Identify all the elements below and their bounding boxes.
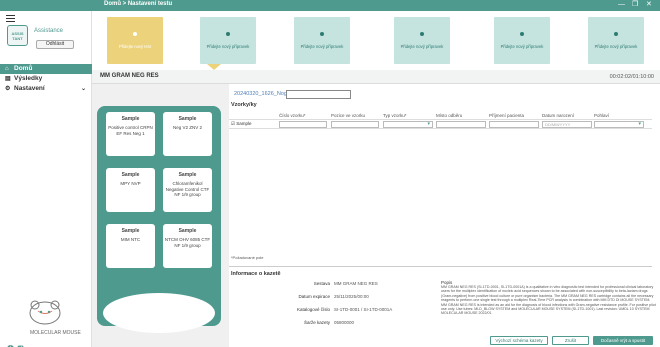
- well-2[interactable]: Sample Neg V2 ZNV 2: [163, 112, 212, 156]
- info-value: SI-1TD-0001 / SI-1TD-0001A: [334, 307, 393, 312]
- col-sex: Pohlaví: [594, 113, 610, 118]
- col-birth-date: Datum narození: [542, 113, 575, 118]
- close-icon[interactable]: ✕: [646, 1, 652, 9]
- col-sample-position: Pozice ve vzorku: [331, 113, 366, 118]
- col-sample-number: Číslo vzorku*: [279, 113, 306, 118]
- info-key: Šarže kazety: [303, 320, 330, 325]
- step-4[interactable]: Přidejte nový přípravek: [394, 17, 450, 64]
- run-timer: 00:02:02/01:10:00: [609, 74, 654, 80]
- step-dot-icon: [614, 32, 618, 36]
- well-6[interactable]: Sample NTCM OHV 6085 CTF NF 1/9 group: [163, 224, 212, 268]
- info-key: Sestava: [313, 281, 330, 286]
- step-1[interactable]: Přidejte nový test: [107, 17, 163, 64]
- assistant-logo: ASSIS TANT: [7, 25, 28, 46]
- info-title: Informace o kazetě: [231, 271, 281, 277]
- cancel-button[interactable]: Zrušit: [552, 336, 589, 345]
- sample-number-input[interactable]: [279, 121, 327, 128]
- sex-select[interactable]: ▾: [594, 121, 644, 128]
- patient-surname-input[interactable]: [489, 121, 539, 128]
- info-value: 05800000: [334, 320, 355, 325]
- required-note: *Požadované pole: [231, 255, 264, 260]
- row-checkbox-label[interactable]: ☑ Sample: [231, 121, 252, 127]
- step-dot-icon: [420, 32, 424, 36]
- results-icon: ▤: [5, 76, 11, 82]
- kit-name: MM GRAM NEG RES: [100, 73, 159, 79]
- save-run-button[interactable]: Dočasně vrýt a spustit: [593, 336, 653, 345]
- sidebar: ASSIS TANT Assistance Odhlásit ⌂ Domů ▤ …: [0, 11, 92, 347]
- col-sample-type: Typ vzorku*: [383, 113, 407, 118]
- step-dot-icon: [320, 32, 324, 36]
- step-5[interactable]: Přidejte nový přípravek: [494, 17, 550, 64]
- sample-type-select[interactable]: ▾: [383, 121, 433, 128]
- sample-position-input[interactable]: [331, 121, 379, 128]
- sidebar-item-home[interactable]: ⌂ Domů: [0, 64, 92, 74]
- well-5[interactable]: Sample MIM NTC: [106, 224, 155, 268]
- stepper: Přidejte nový test Přidejte nový příprav…: [92, 11, 660, 70]
- breadcrumb: Domů > Nastavení testu: [104, 1, 173, 7]
- assistant-label: Assistance: [34, 28, 64, 34]
- home-icon: ⌂: [5, 66, 9, 72]
- step-dot-icon: [226, 32, 230, 36]
- birth-date-input[interactable]: DD/MM/YYYY: [542, 121, 592, 128]
- run-name-input[interactable]: [286, 90, 351, 99]
- well-3[interactable]: Sample MPY NVP: [106, 168, 155, 212]
- step-3[interactable]: Přidejte nový přípravek: [294, 17, 350, 64]
- kit-header: MM GRAM NEG RES 00:02:02/01:10:00: [92, 70, 660, 84]
- gear-icon: ⚙: [5, 86, 11, 92]
- col-patient-surname: Příjmení pacienta: [489, 113, 525, 118]
- menu-icon[interactable]: [6, 15, 15, 22]
- maximize-icon[interactable]: ❐: [632, 1, 638, 9]
- step-2[interactable]: Přidejte nový přípravek: [200, 17, 256, 64]
- dropdown-icon: ▾: [427, 121, 430, 127]
- logo-text: MOLECULAR MOUSE: [30, 330, 81, 336]
- info-key: Datum expirace: [298, 294, 330, 299]
- title-bar: Domů > Nastavení testu — ❐ ✕: [0, 0, 660, 11]
- well-1[interactable]: Sample Positive control CRPN EF Res Neg 1: [106, 112, 155, 156]
- logout-button[interactable]: Odhlásit: [36, 40, 74, 49]
- plate-bottom-window: [103, 293, 215, 333]
- sidebar-item-settings[interactable]: ⚙ Nastavení ⌄: [0, 84, 92, 94]
- step-dot-icon: [133, 32, 137, 36]
- well-4[interactable]: Sample Chloramfenikol Negative Control CT…: [163, 168, 212, 212]
- step-6[interactable]: Přidejte nový přípravek: [588, 17, 644, 64]
- chevron-down-icon[interactable]: ⌄: [81, 84, 86, 94]
- info-value: 25/11/2025/00:00: [334, 294, 369, 299]
- info-key: Katalogové číslo: [296, 307, 330, 312]
- minimize-icon[interactable]: —: [618, 1, 625, 9]
- step-dot-icon: [520, 32, 524, 36]
- info-value: MM GRAM NEG RES: [334, 281, 378, 286]
- col-collection-site: Místo odběru: [436, 113, 463, 118]
- description-text: MM GRAM NEG RES (SI-1TD-0001, SI-1TD-000…: [441, 285, 656, 316]
- default-cassette-button[interactable]: Výchozí schéma kazety: [490, 336, 548, 345]
- collection-site-input[interactable]: [436, 121, 486, 128]
- dropdown-icon: ▾: [638, 121, 641, 127]
- sidebar-item-results[interactable]: ▤ Výsledky: [0, 74, 92, 84]
- samples-title: Vzorky/ky: [231, 102, 257, 108]
